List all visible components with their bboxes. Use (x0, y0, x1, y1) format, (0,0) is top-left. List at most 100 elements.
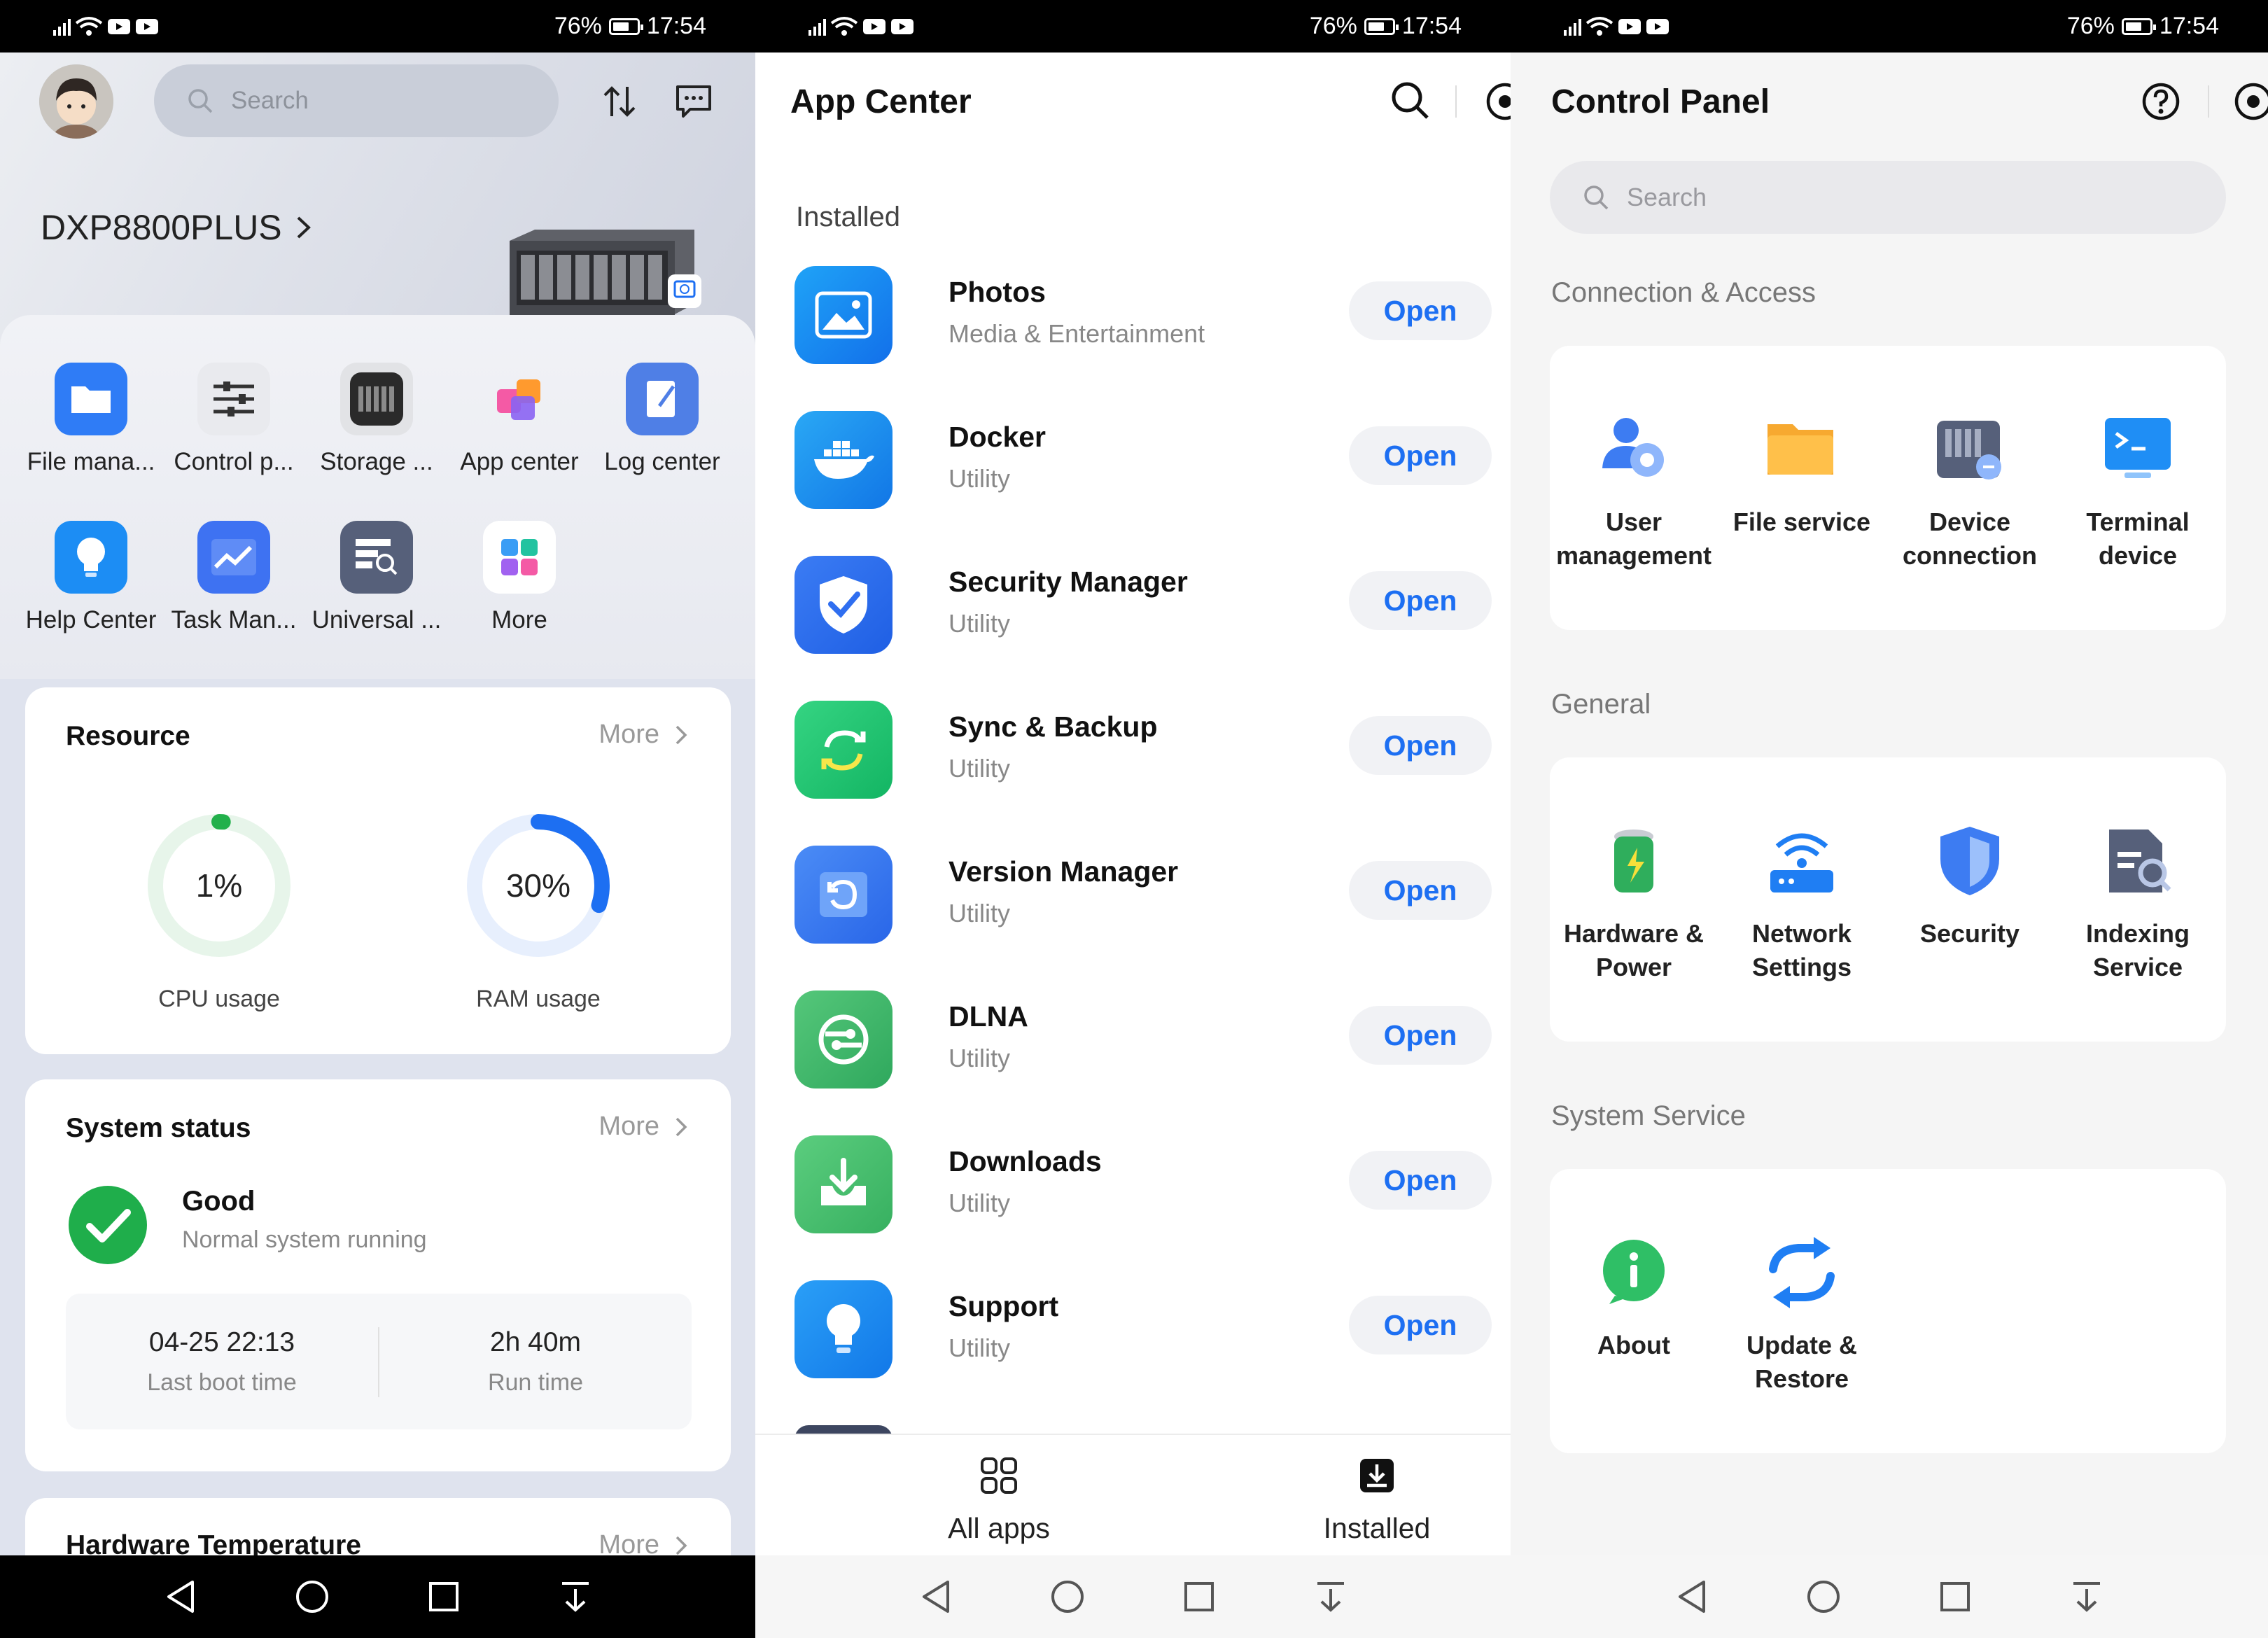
back-icon[interactable] (911, 1572, 960, 1621)
cp-item-label: Indexing Service (2085, 919, 2190, 981)
security-shield-icon (1928, 819, 2012, 903)
search-placeholder: Search (231, 87, 309, 114)
app-row[interactable]: Photos Media & Entertainment Open (755, 266, 1511, 411)
back-icon[interactable] (1667, 1572, 1716, 1621)
cp-item-network-settings[interactable]: Network Settings (1718, 819, 1886, 984)
open-button[interactable]: Open (1349, 1296, 1492, 1354)
open-button[interactable]: Open (1349, 571, 1492, 630)
record-close-icon[interactable] (2233, 81, 2268, 122)
tab-all-apps[interactable]: All apps (894, 1456, 1104, 1545)
open-button[interactable]: Open (1349, 281, 1492, 340)
app-row[interactable]: Docker Utility Open (755, 411, 1511, 556)
app-row[interactable]: Downloads Utility Open (755, 1135, 1511, 1280)
transfer-arrows-icon[interactable] (599, 81, 640, 122)
notification-pull-icon[interactable] (1306, 1572, 1355, 1621)
shortcut-more[interactable]: More (449, 521, 589, 634)
tab-installed[interactable]: Installed (1272, 1456, 1482, 1545)
indexing-icon (2096, 819, 2180, 903)
cp-item-update-restore[interactable]: Update & Restore (1718, 1231, 1886, 1396)
app-row[interactable]: Version Manager Utility Open (755, 846, 1511, 990)
cp-item-label: Device connection (1902, 507, 2037, 570)
recents-icon[interactable] (1175, 1572, 1224, 1621)
app-category: Utility (948, 609, 1010, 638)
shortcut-universal-search[interactable]: Universal ... (307, 521, 447, 634)
app-row[interactable]: Support Utility Open (755, 1280, 1511, 1425)
shortcut-label: Log center (604, 448, 720, 475)
search-icon[interactable] (1390, 80, 1432, 122)
cp-item-device-connection[interactable]: Device connection (1886, 407, 2054, 573)
page-title: Control Panel (1551, 83, 1770, 120)
recents-icon[interactable] (1931, 1572, 1980, 1621)
chevron-right-icon (676, 1117, 687, 1136)
app-row[interactable]: DLNA Utility Open (755, 990, 1511, 1135)
all-apps-icon (981, 1457, 1017, 1494)
clock: 17:54 (646, 13, 706, 39)
shortcut-help-center[interactable]: Help Center (21, 521, 161, 634)
open-button[interactable]: Open (1349, 861, 1492, 920)
cp-item-about[interactable]: About (1550, 1231, 1718, 1362)
shortcut-label: Help Center (25, 606, 157, 634)
back-icon[interactable] (156, 1572, 205, 1621)
shortcut-control-panel[interactable]: Control p... (164, 363, 304, 476)
home-icon[interactable] (288, 1572, 337, 1621)
shortcut-app-center[interactable]: App center (449, 363, 589, 476)
video-notification-icon (108, 18, 130, 34)
cp-item-file-service[interactable]: File service (1718, 407, 1886, 539)
record-close-icon[interactable] (1485, 81, 1511, 122)
search-placeholder: Search (1627, 183, 1707, 211)
app-row[interactable]: Sync & Backup Utility Open (755, 701, 1511, 846)
home-icon[interactable] (1043, 1572, 1092, 1621)
open-button[interactable]: Open (1349, 1151, 1492, 1210)
device-connection-icon (1928, 407, 2012, 491)
notification-pull-icon[interactable] (2062, 1572, 2111, 1621)
home-icon[interactable] (1799, 1572, 1848, 1621)
app-row[interactable]: Security Manager Utility Open (755, 556, 1511, 701)
search-input[interactable]: Search (154, 64, 559, 137)
shortcut-log-center[interactable]: Log center (592, 363, 732, 476)
system-status-card: System status More Good Normal system ru… (25, 1079, 731, 1471)
cp-item-security[interactable]: Security (1886, 819, 2054, 951)
about-info-icon (1592, 1231, 1676, 1315)
device-name: DXP8800PLUS (41, 208, 282, 247)
sliders-icon (197, 363, 270, 435)
status-bar: 76% 17:54 (1511, 0, 2268, 52)
help-icon[interactable] (2141, 81, 2181, 122)
open-button[interactable]: Open (1349, 1006, 1492, 1065)
open-button[interactable]: Open (1349, 426, 1492, 485)
shortcut-storage[interactable]: Storage ... (307, 363, 447, 476)
battery-icon (1592, 819, 1676, 903)
notification-pull-icon[interactable] (551, 1572, 600, 1621)
shortcut-label: Universal ... (312, 606, 442, 634)
search-input[interactable]: Search (1550, 161, 2226, 234)
ram-value: 30% (505, 867, 571, 904)
system-status-more-link[interactable]: More (598, 1112, 687, 1142)
device-name-link[interactable]: DXP8800PLUS (41, 207, 313, 248)
shortcut-file-manager[interactable]: File mana... (21, 363, 161, 476)
open-button[interactable]: Open (1349, 716, 1492, 775)
tab-label: Installed (1323, 1512, 1431, 1544)
shortcut-label: File mana... (27, 448, 155, 475)
sync-icon (794, 701, 892, 799)
video-notification-icon (136, 18, 158, 34)
resource-title: Resource (66, 721, 190, 751)
more-label: More (598, 720, 659, 749)
cp-item-hardware-power[interactable]: Hardware & Power (1550, 819, 1718, 984)
task-chart-icon (197, 521, 270, 594)
cp-item-user-management[interactable]: User management (1550, 407, 1718, 573)
lightbulb-icon (55, 521, 127, 594)
avatar[interactable] (39, 64, 113, 139)
shortcut-task-manager[interactable]: Task Man... (164, 521, 304, 634)
terminal-icon (2096, 407, 2180, 491)
app-category: Utility (948, 1189, 1010, 1217)
battery-percent: 76% (554, 13, 602, 39)
app-category: Utility (948, 464, 1010, 493)
home-screen: 76% 17:54 Search DXP8800PLUS File mana..… (0, 0, 755, 1638)
cp-item-terminal-device[interactable]: Terminal device (2054, 407, 2222, 573)
divider (2208, 85, 2209, 118)
message-icon[interactable] (673, 81, 714, 122)
shortcut-label: Control p... (174, 448, 294, 475)
resource-more-link[interactable]: More (598, 720, 687, 750)
recents-icon[interactable] (419, 1572, 468, 1621)
cp-item-indexing-service[interactable]: Indexing Service (2054, 819, 2222, 984)
navigation-bar (755, 1555, 1511, 1638)
